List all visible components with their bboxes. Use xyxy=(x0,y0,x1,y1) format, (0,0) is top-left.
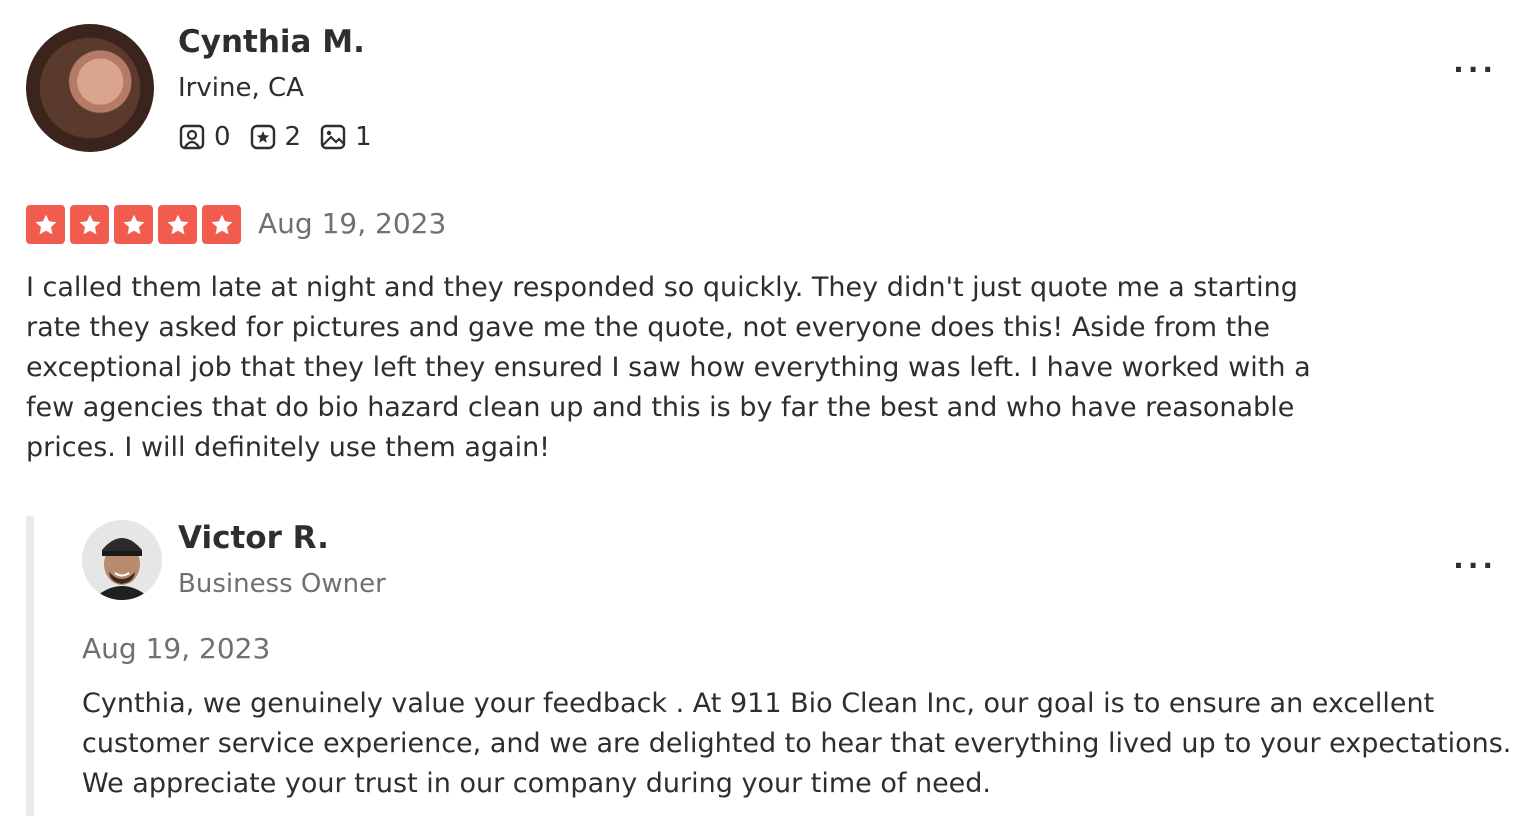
reply-more-button[interactable]: ... xyxy=(1453,545,1497,573)
reviewer-location: Irvine, CA xyxy=(178,73,304,103)
review-date: Aug 19, 2023 xyxy=(258,207,447,240)
photos-count: 1 xyxy=(355,122,372,152)
friends-count: 0 xyxy=(214,122,231,152)
reviewer-name[interactable]: Cynthia M. xyxy=(178,24,365,60)
reviews-stat: 2 xyxy=(249,122,302,152)
reply-divider xyxy=(26,516,34,816)
reply-date: Aug 19, 2023 xyxy=(82,632,271,665)
review-more-button[interactable]: ... xyxy=(1453,49,1497,77)
star-icon xyxy=(26,205,65,244)
reply-text: Cynthia, we genuinely value your feedbac… xyxy=(82,688,1512,799)
owner-name[interactable]: Victor R. xyxy=(178,520,329,556)
reviewer-stats: 0 2 1 xyxy=(178,120,390,154)
star-icon xyxy=(70,205,109,244)
review-text: I called them late at night and they res… xyxy=(26,272,1311,463)
reviews-count: 2 xyxy=(284,122,302,152)
owner-role: Business Owner xyxy=(178,569,386,599)
photos-stat: 1 xyxy=(319,122,372,152)
star-review-icon xyxy=(250,124,275,150)
reviewer-avatar[interactable] xyxy=(26,24,154,152)
owner-avatar[interactable] xyxy=(82,520,162,600)
star-icon xyxy=(114,205,153,244)
photo-icon xyxy=(320,124,346,150)
star-rating xyxy=(26,205,246,244)
star-icon xyxy=(202,205,241,244)
friends-stat: 0 xyxy=(178,122,231,152)
star-icon xyxy=(158,205,197,244)
friends-icon xyxy=(179,124,205,150)
